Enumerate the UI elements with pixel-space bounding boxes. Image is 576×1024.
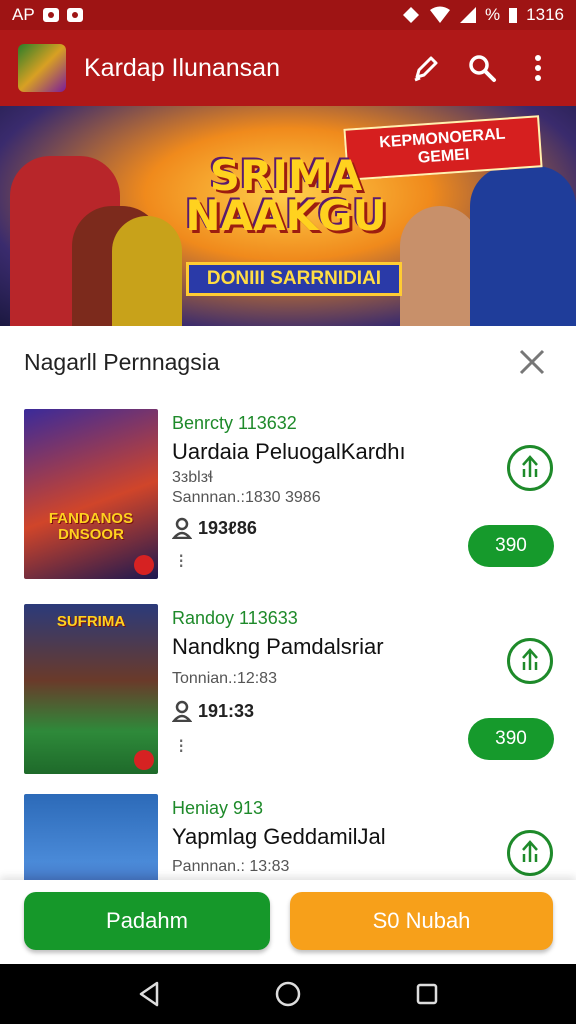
home-button[interactable] <box>268 974 308 1014</box>
home-icon <box>275 981 301 1007</box>
banner-character <box>470 166 576 326</box>
list-item[interactable]: SUFRIMA Randoy 113633 Nandkng Pamdalsria… <box>0 604 576 779</box>
user-count: 191:33 <box>198 700 255 721</box>
notification-icon <box>42 8 59 22</box>
thumbnail-caption: FANDANOS DNSOOR <box>48 510 134 543</box>
item-users: 193ℓ86 <box>172 517 257 539</box>
list-item[interactable]: FANDANOS DNSOOR Benrcty 113632 Uardaia P… <box>0 409 576 584</box>
user-icon <box>172 517 192 539</box>
thumbnail-badge-icon <box>134 750 154 770</box>
edit-pen-button[interactable] <box>406 48 446 88</box>
item-detail: Sannnan.:1830 3986 <box>172 489 321 506</box>
bottom-sheet: Nagarll Pernnagsia FANDANOS DNSOOR Benrc… <box>0 326 576 886</box>
status-right: % 1316 <box>401 5 564 25</box>
app-bar: Kardap Ilunansan <box>0 30 576 106</box>
sheet-header: Nagarll Pernnagsia <box>0 326 576 398</box>
alarm-icon <box>403 7 420 23</box>
install-button[interactable] <box>507 830 553 876</box>
more-options-button[interactable] <box>518 48 558 88</box>
app-title: Kardap Ilunansan <box>84 53 280 82</box>
item-subtitle: Benrcty 113632 <box>172 413 297 433</box>
item-detail: 3ᴈblᴈɬ <box>172 469 213 486</box>
sheet-title: Nagarll Pernnagsia <box>24 348 220 375</box>
item-detail: Tonnian.:12:83 <box>172 670 277 687</box>
back-button[interactable] <box>129 974 169 1014</box>
status-time: 1316 <box>526 5 564 24</box>
status-bar: AP % 1316 <box>0 0 576 30</box>
item-title: Uardaia PeluogalKardhı <box>172 439 406 464</box>
secondary-button[interactable]: S0 Nubah <box>290 892 553 950</box>
wifi-icon <box>430 6 451 23</box>
item-title: Yapmlag GeddamilJal <box>172 824 386 849</box>
user-count: 193ℓ86 <box>198 517 257 538</box>
message-icon <box>66 8 83 22</box>
status-carrier-text: AP <box>12 5 35 24</box>
drag-handle-icon: ⁝ <box>178 551 185 573</box>
list-item[interactable]: Heniay 913 Yapmlag GeddamilJal Pannnan.:… <box>0 794 576 884</box>
install-button[interactable] <box>507 445 553 491</box>
battery-icon <box>509 8 518 23</box>
system-nav-bar <box>0 964 576 1024</box>
close-button[interactable] <box>512 342 552 382</box>
price-button[interactable]: 390 <box>468 525 554 567</box>
banner-title-line1: SRIMA <box>209 151 363 200</box>
banner-character <box>400 206 480 326</box>
more-vert-icon <box>535 55 541 81</box>
download-icon <box>522 840 538 862</box>
thumbnail-badge-icon <box>134 555 154 575</box>
banner-subtitle: DONIII SARRNIDIAI <box>186 262 402 296</box>
download-icon <box>522 648 538 670</box>
banner-title: SRIMA NAAKGU <box>176 151 396 240</box>
banner-character <box>112 216 182 326</box>
game-thumbnail <box>24 794 158 884</box>
promo-banner[interactable]: KEPMONOERAL GEMEI SRIMA NAAKGU DONIII SA… <box>0 106 576 326</box>
item-detail: Pannnan.: 13:83 <box>172 858 290 875</box>
game-thumbnail: FANDANOS DNSOOR <box>24 409 158 579</box>
item-subtitle: Randoy 113633 <box>172 608 298 628</box>
app-logo <box>18 44 66 92</box>
close-icon <box>519 349 545 375</box>
action-bar: Padahm S0 Nubah <box>0 880 576 964</box>
back-icon <box>140 981 159 1007</box>
battery-text: % <box>485 5 501 24</box>
search-button[interactable] <box>462 48 502 88</box>
primary-button[interactable]: Padahm <box>24 892 270 950</box>
search-icon <box>469 55 496 82</box>
price-button[interactable]: 390 <box>468 718 554 760</box>
drag-handle-icon: ⁝ <box>178 736 185 758</box>
thumbnail-caption: SUFRIMA <box>56 613 126 630</box>
banner-title-line2: NAAKGU <box>185 191 387 240</box>
recents-icon <box>416 983 437 1005</box>
game-thumbnail: SUFRIMA <box>24 604 158 774</box>
signal-icon <box>460 7 477 23</box>
edit-pen-icon <box>414 56 438 82</box>
download-icon <box>522 455 538 477</box>
item-title: Nandkng Pamdalsriar <box>172 634 384 659</box>
install-button[interactable] <box>507 638 553 684</box>
item-users: 191:33 <box>172 700 254 722</box>
status-left: AP <box>12 5 83 25</box>
user-icon <box>172 700 192 722</box>
recents-button[interactable] <box>407 974 447 1014</box>
item-subtitle: Heniay 913 <box>172 798 264 818</box>
